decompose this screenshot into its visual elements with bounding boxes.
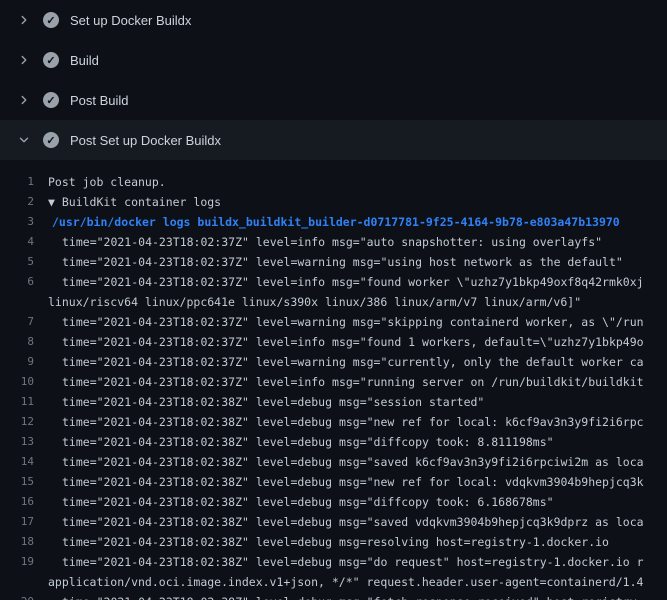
log-text: time="2021-04-23T18:02:37Z" level=warnin…: [48, 252, 623, 272]
log-text: application/vnd.oci.image.index.v1+json,…: [48, 572, 643, 592]
section-title: Build: [70, 54, 99, 67]
log-line-number[interactable]: 11: [0, 392, 48, 412]
log-line: 1Post job cleanup.: [0, 172, 667, 192]
log-group-toggle[interactable]: ▼ BuildKit container logs: [48, 192, 221, 212]
check-circle-icon: ✓: [43, 92, 59, 108]
log-text: time="2021-04-23T18:02:38Z" level=debug …: [48, 552, 644, 572]
log-line: 16time="2021-04-23T18:02:38Z" level=debu…: [0, 492, 667, 512]
log-line: 7time="2021-04-23T18:02:37Z" level=warni…: [0, 312, 667, 332]
log-line: 8time="2021-04-23T18:02:37Z" level=info …: [0, 332, 667, 352]
log-line: 18time="2021-04-23T18:02:38Z" level=debu…: [0, 532, 667, 552]
log-line-number[interactable]: 13: [0, 432, 48, 452]
step-sections: ✓ Set up Docker Buildx ✓ Build ✓ Post Build ✓ P…: [0, 0, 667, 160]
log-line-number[interactable]: 2: [0, 192, 48, 212]
log-text: time="2021-04-23T18:02:38Z" level=debug …: [48, 472, 644, 492]
log-line: 10time="2021-04-23T18:02:37Z" level=info…: [0, 372, 667, 392]
log-line: 5time="2021-04-23T18:02:37Z" level=warni…: [0, 252, 667, 272]
log-line: 20time="2021-04-23T18:02:38Z" level=debu…: [0, 592, 667, 600]
log-line-number[interactable]: 12: [0, 412, 48, 432]
log-line-number[interactable]: 8: [0, 332, 48, 352]
chevron-down-icon: [16, 132, 32, 148]
log-text: time="2021-04-23T18:02:38Z" level=debug …: [48, 392, 484, 412]
chevron-right-icon: [16, 52, 32, 68]
log-line-number[interactable]: 20: [0, 592, 48, 600]
log-line: 6time="2021-04-23T18:02:37Z" level=info …: [0, 272, 667, 292]
log-line-number[interactable]: 5: [0, 252, 48, 272]
check-circle-icon: ✓: [43, 52, 59, 68]
log-line: 3/usr/bin/docker logs buildx_buildkit_bu…: [0, 212, 667, 232]
check-circle-icon: ✓: [43, 132, 59, 148]
log-text: time="2021-04-23T18:02:37Z" level=info m…: [48, 372, 644, 392]
log-line-number[interactable]: 6: [0, 272, 48, 292]
section-title: Post Set up Docker Buildx: [70, 134, 221, 147]
log-line-number[interactable]: 10: [0, 372, 48, 392]
log-area: 1Post job cleanup.2▼ BuildKit container …: [0, 160, 667, 600]
log-line: 11time="2021-04-23T18:02:38Z" level=debu…: [0, 392, 667, 412]
log-command-text: /usr/bin/docker logs buildx_buildkit_bui…: [48, 212, 620, 232]
section-header-post-build[interactable]: ✓ Post Build: [0, 80, 667, 120]
section-header-set-up-docker-buildx[interactable]: ✓ Set up Docker Buildx: [0, 0, 667, 40]
section-title: Set up Docker Buildx: [70, 14, 191, 27]
log-line-number[interactable]: 19: [0, 552, 48, 572]
log-text: time="2021-04-23T18:02:38Z" level=debug …: [48, 592, 637, 600]
log-line: 9time="2021-04-23T18:02:37Z" level=warni…: [0, 352, 667, 372]
log-line-number[interactable]: 17: [0, 512, 48, 532]
section-title: Post Build: [70, 94, 129, 107]
log-text: linux/riscv64 linux/ppc641e linux/s390x …: [48, 292, 581, 312]
log-text: time="2021-04-23T18:02:37Z" level=info m…: [48, 272, 644, 292]
log-line: 12time="2021-04-23T18:02:38Z" level=debu…: [0, 412, 667, 432]
log-text: time="2021-04-23T18:02:38Z" level=debug …: [48, 512, 644, 532]
log-text: time="2021-04-23T18:02:37Z" level=info m…: [48, 232, 602, 252]
log-text: time="2021-04-23T18:02:37Z" level=warnin…: [48, 312, 644, 332]
log-line-number[interactable]: 15: [0, 472, 48, 492]
log-line-number[interactable]: 3: [0, 212, 48, 232]
log-line: 15time="2021-04-23T18:02:38Z" level=debu…: [0, 472, 667, 492]
check-circle-icon: ✓: [43, 12, 59, 28]
log-line: 17time="2021-04-23T18:02:38Z" level=debu…: [0, 512, 667, 532]
log-text: time="2021-04-23T18:02:37Z" level=info m…: [48, 332, 644, 352]
log-line: 2▼ BuildKit container logs: [0, 192, 667, 212]
log-line: 4time="2021-04-23T18:02:37Z" level=info …: [0, 232, 667, 252]
log-line-number[interactable]: 16: [0, 492, 48, 512]
chevron-right-icon: [16, 92, 32, 108]
section-header-post-set-up-docker-buildx[interactable]: ✓ Post Set up Docker Buildx: [0, 120, 667, 160]
log-text: time="2021-04-23T18:02:38Z" level=debug …: [48, 452, 644, 472]
chevron-right-icon: [16, 12, 32, 28]
log-line-number[interactable]: 9: [0, 352, 48, 372]
log-line-number[interactable]: 1: [0, 172, 48, 192]
log-line: linux/riscv64 linux/ppc641e linux/s390x …: [0, 292, 667, 312]
log-text: time="2021-04-23T18:02:37Z" level=warnin…: [48, 352, 644, 372]
log-text: time="2021-04-23T18:02:38Z" level=debug …: [48, 412, 644, 432]
log-line: 19time="2021-04-23T18:02:38Z" level=debu…: [0, 552, 667, 572]
log-line: 13time="2021-04-23T18:02:38Z" level=debu…: [0, 432, 667, 452]
log-line-number[interactable]: 4: [0, 232, 48, 252]
log-line-number[interactable]: 14: [0, 452, 48, 472]
actions-log-viewer: ✓ Set up Docker Buildx ✓ Build ✓ Post Build ✓ P…: [0, 0, 667, 600]
log-text: time="2021-04-23T18:02:38Z" level=debug …: [48, 492, 554, 512]
section-header-build[interactable]: ✓ Build: [0, 40, 667, 80]
log-line: 14time="2021-04-23T18:02:38Z" level=debu…: [0, 452, 667, 472]
log-text: time="2021-04-23T18:02:38Z" level=debug …: [48, 532, 609, 552]
log-line-number[interactable]: 7: [0, 312, 48, 332]
log-line-number[interactable]: 18: [0, 532, 48, 552]
log-line: application/vnd.oci.image.index.v1+json,…: [0, 572, 667, 592]
log-text: Post job cleanup.: [48, 172, 166, 192]
log-text: time="2021-04-23T18:02:38Z" level=debug …: [48, 432, 554, 452]
